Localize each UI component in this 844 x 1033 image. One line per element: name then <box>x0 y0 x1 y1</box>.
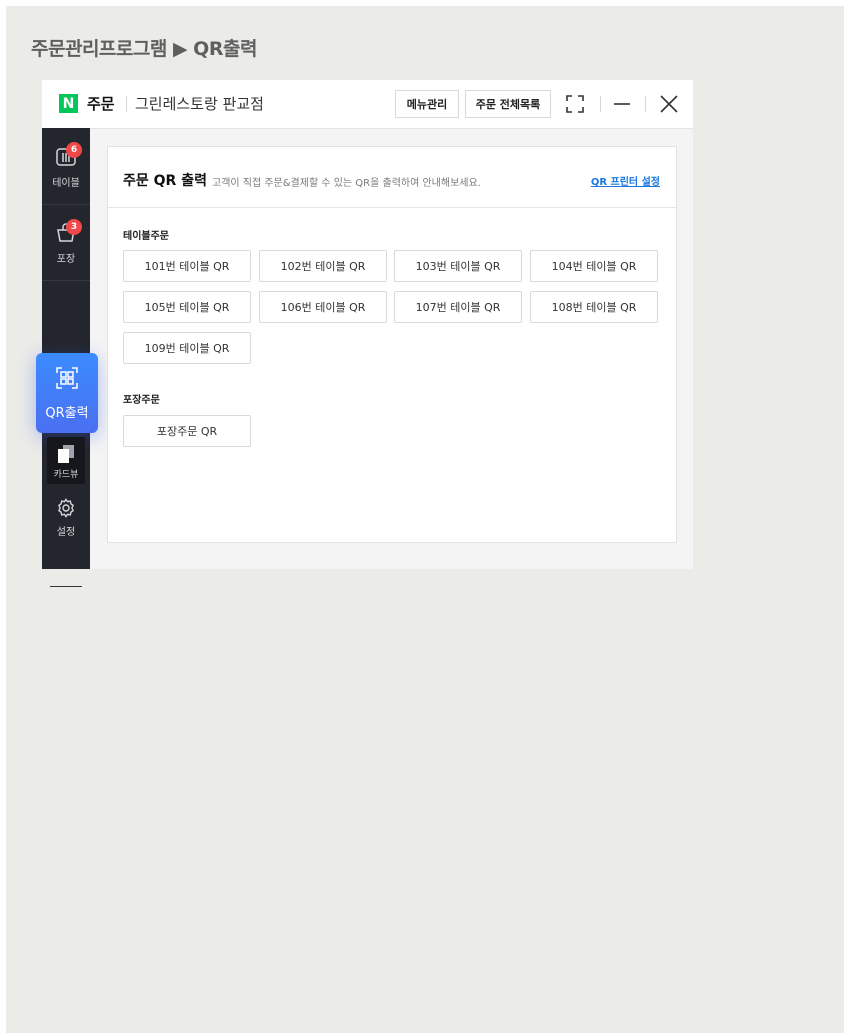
sidebar-divider <box>50 586 82 587</box>
window-controls-divider <box>600 96 601 112</box>
sidebar-item-label: QR출력 <box>45 406 89 421</box>
sidebar-item-cardview[interactable]: 카드뷰 <box>47 437 85 484</box>
fullscreen-icon[interactable] <box>563 92 587 116</box>
minimize-icon[interactable] <box>610 92 634 116</box>
sidebar-item-takeout[interactable]: 3 포장 <box>42 204 90 281</box>
page-title: 주문관리프로그램 ▶ QR출력 <box>31 38 257 60</box>
sidebar-item-label: 카드뷰 <box>53 470 79 480</box>
title-divider <box>126 96 127 112</box>
table-qr-button-105[interactable]: 105번 테이블 QR <box>123 291 251 323</box>
sidebar: 6 테이블 3 포장 설정 <box>42 128 90 587</box>
sidebar-item-settings[interactable]: 설정 <box>42 493 90 569</box>
table-order-section-label: 테이블주문 <box>123 231 169 242</box>
sidebar-item-qr-print[interactable]: QR출력 <box>36 353 98 433</box>
qr-icon <box>55 366 79 390</box>
table-qr-button-107[interactable]: 107번 테이블 QR <box>394 291 522 323</box>
table-qr-button-102[interactable]: 102번 테이블 QR <box>259 250 387 282</box>
table-qr-button-109[interactable]: 109번 테이블 QR <box>123 332 251 364</box>
gear-icon <box>55 497 77 519</box>
panel-header: 주문 QR 출력 고객이 직접 주문&결제할 수 있는 QR을 출력하여 안내해… <box>108 147 676 208</box>
table-qr-button-103[interactable]: 103번 테이블 QR <box>394 250 522 282</box>
all-orders-button[interactable]: 주문 전체목록 <box>465 90 551 118</box>
takeout-qr-button[interactable]: 포장주문 QR <box>123 415 251 447</box>
cards-icon <box>58 445 74 463</box>
sidebar-item-label: 포장 <box>56 254 76 265</box>
qr-printer-settings-link[interactable]: QR 프린터 설정 <box>591 173 660 188</box>
close-icon[interactable] <box>657 92 681 116</box>
titlebar: N 주문 그린레스토랑 판교점 메뉴관리 주문 전체목록 <box>42 80 693 129</box>
table-qr-button-108[interactable]: 108번 테이블 QR <box>530 291 658 323</box>
menu-manage-button[interactable]: 메뉴관리 <box>395 90 459 118</box>
table-qr-button-106[interactable]: 106번 테이블 QR <box>259 291 387 323</box>
takeout-order-section-label: 포장주문 <box>123 395 160 406</box>
panel-title: 주문 QR 출력 <box>123 173 207 189</box>
naver-logo: N <box>59 94 78 113</box>
store-name: 그린레스토랑 판교점 <box>135 95 264 113</box>
panel-description: 고객이 직접 주문&결제할 수 있는 QR을 출력하여 안내해보세요. <box>212 178 481 189</box>
sidebar-item-label: 테이블 <box>52 178 80 189</box>
app-name: 주문 <box>87 95 115 113</box>
sidebar-item-label: 설정 <box>56 527 76 538</box>
takeout-badge: 3 <box>66 219 82 235</box>
sidebar-item-table[interactable]: 6 테이블 <box>42 128 90 205</box>
table-qr-button-104[interactable]: 104번 테이블 QR <box>530 250 658 282</box>
table-badge: 6 <box>66 142 82 158</box>
qr-print-panel: 주문 QR 출력 고객이 직접 주문&결제할 수 있는 QR을 출력하여 안내해… <box>107 146 677 543</box>
window-controls-divider-2 <box>645 96 646 112</box>
table-qr-button-101[interactable]: 101번 테이블 QR <box>123 250 251 282</box>
